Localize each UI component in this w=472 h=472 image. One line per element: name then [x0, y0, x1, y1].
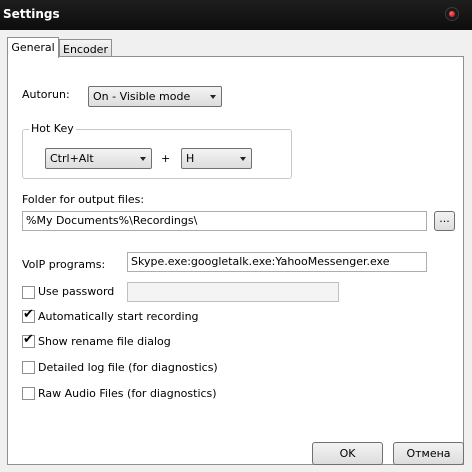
raw-audio-label: Raw Audio Files (for diagnostics) — [38, 387, 217, 400]
general-tab-panel: Autorun: On - Visible mode Hot Key Ctrl+… — [7, 56, 464, 465]
ok-button[interactable]: OK — [312, 442, 383, 465]
autorun-value: On - Visible mode — [93, 90, 191, 103]
voip-input[interactable]: Skype.exe:googletalk.exe:YahooMessenger.… — [127, 252, 427, 272]
password-input[interactable] — [127, 282, 339, 302]
hotkey-group-title: Hot Key — [29, 122, 76, 135]
hotkey-key-select[interactable]: H — [181, 148, 252, 169]
autorun-select[interactable]: On - Visible mode — [88, 86, 222, 107]
chevron-down-icon — [140, 157, 146, 161]
window-title: Settings — [3, 7, 60, 21]
browse-button[interactable]: ... — [434, 211, 455, 231]
voip-value: Skype.exe:googletalk.exe:YahooMessenger.… — [131, 255, 390, 268]
tab-general[interactable]: General — [7, 37, 59, 58]
hotkey-group: Hot Key Ctrl+Alt + H — [22, 122, 292, 179]
folder-input[interactable]: %My Documents%\Recordings\ — [22, 211, 427, 231]
dialog-body: General Encoder Autorun: On - Visible mo… — [0, 30, 472, 472]
use-password-checkbox[interactable] — [22, 286, 35, 299]
folder-value: %My Documents%\Recordings\ — [26, 214, 198, 227]
tab-encoder-label: Encoder — [63, 43, 108, 56]
rename-dialog-label: Show rename file dialog — [38, 335, 171, 348]
hotkey-plus: + — [161, 152, 171, 165]
rename-dialog-checkbox[interactable]: ✔ — [22, 332, 35, 348]
raw-audio-checkbox[interactable] — [22, 387, 35, 400]
cancel-button[interactable]: Отмена — [393, 442, 464, 465]
detailed-log-label: Detailed log file (for diagnostics) — [38, 361, 218, 374]
auto-start-checkbox[interactable]: ✔ — [22, 307, 35, 323]
chevron-down-icon — [210, 95, 216, 99]
tab-general-label: General — [11, 41, 55, 54]
ok-label: OK — [339, 447, 356, 460]
browse-label: ... — [439, 212, 450, 225]
chevron-down-icon — [240, 157, 246, 161]
folder-label: Folder for output files: — [22, 193, 145, 206]
close-button[interactable] — [445, 7, 459, 21]
checkmark-icon: ✔ — [23, 332, 34, 347]
auto-start-label: Automatically start recording — [38, 310, 199, 323]
detailed-log-checkbox[interactable] — [22, 361, 35, 374]
hotkey-key-value: H — [186, 152, 195, 165]
checkmark-icon: ✔ — [23, 307, 34, 322]
use-password-label: Use password — [38, 285, 115, 298]
voip-label: VoIP programs: — [22, 258, 106, 271]
title-bar: Settings — [0, 0, 472, 30]
hotkey-modifier-select[interactable]: Ctrl+Alt — [45, 148, 152, 169]
hotkey-modifier-value: Ctrl+Alt — [50, 152, 94, 165]
cancel-label: Отмена — [406, 447, 451, 460]
close-icon — [449, 11, 455, 17]
autorun-label: Autorun: — [22, 88, 70, 101]
